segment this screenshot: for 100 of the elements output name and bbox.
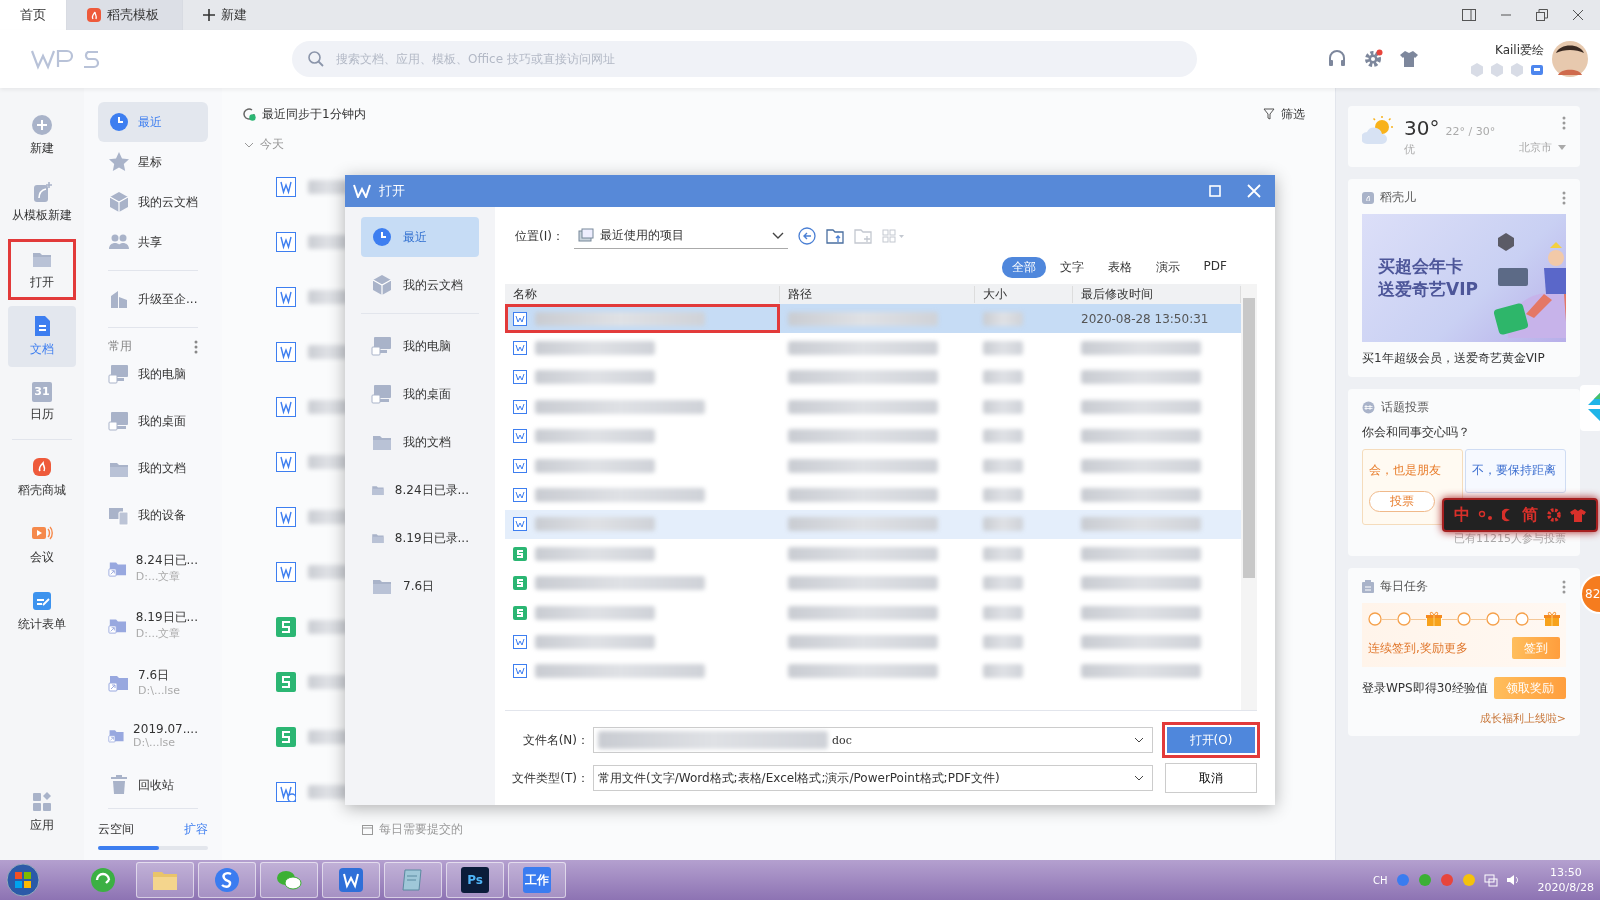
nav-item[interactable]: 我的桌面 [98, 410, 208, 433]
banner[interactable]: 买超会年卡 送爱奇艺VIP [1362, 214, 1566, 342]
folder-up-icon[interactable] [825, 228, 844, 244]
promo-caption[interactable]: 买1年超级会员，送爱奇艺黄金VIP [1362, 350, 1566, 367]
document-file-icon [513, 429, 527, 444]
maximize-icon[interactable] [1209, 185, 1221, 197]
sidebar-item[interactable]: 应用 [8, 782, 76, 843]
sidebar-item[interactable]: 打开 [8, 239, 76, 300]
restore-icon[interactable] [1536, 9, 1548, 21]
taskbar-app[interactable] [384, 862, 442, 898]
headset-icon[interactable] [1327, 49, 1347, 69]
nav-item[interactable]: 8.19日已... D:...文章 [98, 609, 208, 642]
filter-tab[interactable]: PDF [1193, 257, 1237, 278]
settings-icon[interactable] [1363, 49, 1383, 69]
file-row[interactable] [505, 509, 1241, 540]
place-item[interactable]: 我的云文档 [361, 265, 479, 305]
taskbar-app[interactable] [198, 862, 256, 898]
open-button[interactable]: 打开(O) [1165, 725, 1257, 755]
network-icon[interactable] [1483, 873, 1498, 887]
more-icon[interactable] [194, 339, 198, 354]
column-header[interactable]: 名称 [505, 285, 780, 303]
column-header[interactable]: 路径 [780, 285, 975, 303]
nav-item[interactable]: 星标 [98, 142, 208, 182]
sidebar-toggle-icon[interactable] [1462, 9, 1476, 21]
view-grid-icon[interactable] [881, 229, 906, 243]
document-file-icon [513, 488, 527, 503]
redacted-bar [983, 370, 1023, 385]
tray-icon[interactable] [1439, 873, 1454, 887]
nav-item[interactable]: 共享 [98, 222, 208, 262]
column-header[interactable]: 大小 [975, 285, 1073, 303]
taskbar-app[interactable] [136, 862, 194, 898]
taskbar-app[interactable] [260, 862, 318, 898]
user-name[interactable]: Kaili爱绘 [1495, 41, 1544, 59]
nav-item[interactable]: 2019.07.... D:\...lse [98, 721, 208, 749]
cube-icon [108, 191, 130, 213]
document-file-icon [276, 506, 296, 527]
flame-icon [87, 8, 101, 22]
file-type-dropdown[interactable]: 常用文件(文字/Word格式;表格/Excel格式;演示/PowerPoint格式;PDF文件) [593, 765, 1153, 791]
nav-item[interactable]: 我的文档 [98, 457, 208, 480]
calendar-small-icon [362, 824, 373, 835]
filter-button[interactable]: 筛选 [1263, 105, 1305, 123]
filter-tab[interactable]: 全部 [1001, 257, 1046, 278]
sidebar-item[interactable]: 会议 [8, 514, 76, 575]
avatar[interactable] [1552, 41, 1588, 77]
chevron-down-icon [1134, 737, 1144, 743]
monitor-icon [108, 410, 130, 433]
place-item[interactable]: 我的文档 [361, 422, 479, 462]
redacted-bar [308, 344, 348, 359]
sidebar-item[interactable]: 从模板新建 [8, 172, 76, 233]
file-row[interactable]: 2020-08-28 13:50:31 [505, 304, 1241, 334]
sidebar-item[interactable]: 稻壳商城 [8, 447, 76, 508]
place-item[interactable]: 8.19日已录... [361, 518, 479, 558]
sidebar-item[interactable]: 统计表单 [8, 581, 76, 642]
sidebar-item[interactable]: 31 日历 [8, 373, 76, 432]
taskbar-app[interactable]: 工作 [508, 862, 566, 898]
place-item[interactable]: 最近 [361, 217, 479, 257]
tab[interactable]: 稻壳模板 [67, 0, 183, 30]
location-dropdown[interactable]: 最近使用的项目 [573, 223, 788, 249]
place-item[interactable]: 7.6日 [361, 566, 479, 606]
tab[interactable]: 首页 [0, 0, 67, 30]
leaf-icon [31, 181, 53, 203]
new-folder-icon[interactable] [853, 228, 872, 244]
nav-item[interactable]: 回收站 [98, 774, 208, 796]
gift-icon [1426, 611, 1442, 627]
expand-link[interactable]: 扩容 [184, 821, 208, 838]
filter-tab[interactable]: 演示 [1145, 257, 1190, 278]
start-button[interactable] [6, 863, 40, 897]
poll-option[interactable]: 不，要保持距离 [1465, 449, 1566, 493]
redacted-bar [983, 576, 1023, 591]
close-icon[interactable] [1572, 9, 1584, 21]
clock-icon [371, 226, 393, 248]
shirt-icon[interactable] [1399, 49, 1419, 69]
place-item[interactable]: 我的桌面 [361, 374, 479, 414]
tray-icon[interactable] [1395, 873, 1410, 887]
more-icon[interactable] [1562, 116, 1566, 130]
place-item[interactable]: 8.24日已录... [361, 470, 479, 510]
nav-item[interactable]: 8.24日已... D:...文章 [98, 552, 208, 584]
banner-headline: 买超会年卡 [1378, 255, 1464, 278]
filename-field[interactable]: doc [593, 727, 1153, 753]
more-icon[interactable] [1562, 190, 1566, 205]
filter-tab[interactable]: 文字 [1049, 257, 1094, 278]
nav-item[interactable]: 我的设备 [98, 504, 208, 527]
back-icon[interactable] [797, 227, 816, 245]
cancel-button[interactable]: 取消 [1165, 763, 1257, 793]
taskbar-app[interactable] [322, 862, 380, 898]
nav-item[interactable]: 7.6日 D:\...lse [98, 666, 208, 697]
nav-item[interactable]: 我的电脑 [98, 363, 208, 385]
sidebar-item[interactable]: 新建 [8, 105, 76, 166]
taskbar-app[interactable]: Ps [446, 862, 504, 898]
scrollbar[interactable] [1241, 284, 1257, 710]
volume-icon[interactable] [1505, 873, 1520, 887]
tray-icon[interactable] [1461, 873, 1476, 887]
nav-item[interactable]: 升级至企... [98, 279, 208, 319]
more-icon[interactable] [1562, 579, 1566, 594]
filter-tab[interactable]: 表格 [1097, 257, 1142, 278]
punctuation-icon [1478, 508, 1494, 522]
nav-item[interactable]: 我的云文档 [98, 182, 208, 222]
place-item[interactable]: 我的电脑 [361, 326, 479, 366]
tab[interactable]: 新建 [183, 0, 267, 30]
cube-icon [371, 274, 393, 296]
